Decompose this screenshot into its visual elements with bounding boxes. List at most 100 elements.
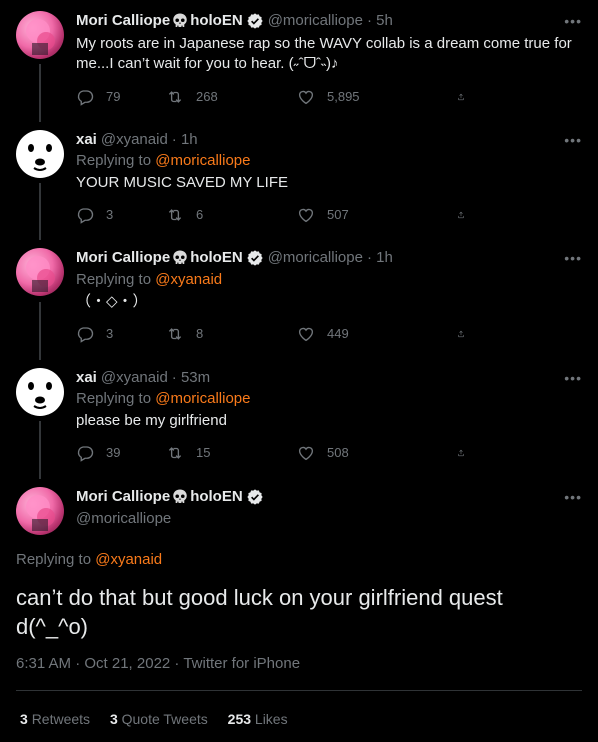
- tweet-text-line: me...I can’t wait for you to hear. (˶ˆᗜˆ…: [76, 55, 339, 72]
- tweet-content: Mori Calliope holoEN @moricalliope · 5h …: [76, 11, 582, 74]
- quote-tweets-stat[interactable]: 3 Quote Tweets: [110, 711, 208, 727]
- display-name[interactable]: Mori Calliope: [76, 248, 170, 268]
- display-name-suffix[interactable]: holoEN: [190, 248, 243, 268]
- like-icon: [297, 444, 315, 462]
- tweet-timestamp[interactable]: 6:31 AM · Oct 21, 2022 · Twitter for iPh…: [16, 654, 300, 674]
- like-icon: [297, 88, 315, 106]
- tweet-actions: 3 6 507: [76, 205, 506, 225]
- reply-count: 79: [106, 89, 121, 104]
- focused-tweet-text: can’t do that but good luck on your girl…: [16, 583, 582, 641]
- retweets-label: Retweets: [31, 711, 91, 727]
- retweet-button[interactable]: 268: [166, 87, 297, 107]
- tweet-text: （・◇・）: [76, 293, 148, 310]
- tweet[interactable]: Mori Calliope holoEN @moricalliope · 1h …: [0, 248, 598, 356]
- more-icon[interactable]: •••: [564, 130, 582, 150]
- reply-count: 3: [106, 207, 114, 222]
- avatar[interactable]: [16, 368, 64, 416]
- reply-count: 39: [106, 445, 121, 460]
- handle[interactable]: @moricalliope: [268, 248, 363, 268]
- reply-button[interactable]: 3: [76, 324, 166, 344]
- display-name[interactable]: Mori Calliope: [76, 11, 170, 31]
- tweet[interactable]: Mori Calliope holoEN @moricalliope · 5h …: [0, 11, 598, 119]
- tweet[interactable]: xai @xyanaid · 1h Replying to @moricalli…: [0, 130, 598, 238]
- display-name-suffix[interactable]: holoEN: [190, 11, 243, 31]
- display-name-suffix[interactable]: holoEN: [190, 487, 243, 507]
- quote-tweets-count: 3: [109, 711, 118, 727]
- reply-count: 3: [106, 326, 114, 341]
- verified-badge-icon: [246, 249, 264, 267]
- retweet-button[interactable]: 8: [166, 324, 297, 344]
- verified-badge-icon: [246, 12, 264, 30]
- handle[interactable]: @xyanaid: [101, 130, 168, 150]
- handle[interactable]: @moricalliope: [76, 509, 582, 529]
- display-name[interactable]: Mori Calliope: [76, 487, 170, 507]
- like-icon: [297, 325, 315, 343]
- retweet-count: 15: [196, 445, 211, 460]
- skull-icon: [171, 488, 189, 506]
- retweet-icon: [166, 88, 184, 106]
- likes-count: 253: [227, 711, 252, 727]
- replying-to: Replying to @moricalliope: [76, 389, 582, 409]
- more-icon[interactable]: •••: [564, 11, 582, 31]
- handle[interactable]: @xyanaid: [101, 368, 168, 388]
- mention-link[interactable]: @xyanaid: [95, 551, 162, 568]
- display-name[interactable]: xai: [76, 130, 97, 150]
- tweet-header: xai @xyanaid · 1h: [76, 130, 582, 150]
- more-icon[interactable]: •••: [564, 248, 582, 268]
- mention-link[interactable]: @moricalliope: [155, 390, 250, 407]
- reply-button[interactable]: 79: [76, 87, 166, 107]
- like-button[interactable]: 5,895: [297, 87, 457, 107]
- replying-to: Replying to @moricalliope: [76, 151, 582, 171]
- reply-button[interactable]: 3: [76, 205, 166, 225]
- handle[interactable]: @moricalliope: [268, 11, 363, 31]
- share-button[interactable]: [457, 87, 477, 107]
- reply-icon: [76, 325, 94, 343]
- share-button[interactable]: [457, 205, 477, 225]
- replying-to: Replying to @xyanaid: [16, 550, 162, 570]
- share-button[interactable]: [457, 443, 477, 463]
- retweet-icon: [166, 325, 184, 343]
- avatar[interactable]: [16, 248, 64, 296]
- display-name[interactable]: xai: [76, 368, 97, 388]
- more-icon[interactable]: •••: [564, 487, 582, 507]
- likes-label: Likes: [254, 711, 288, 727]
- like-button[interactable]: 449: [297, 324, 457, 344]
- timestamp[interactable]: · 1h: [172, 130, 198, 150]
- avatar[interactable]: [16, 487, 64, 535]
- skull-icon: [171, 249, 189, 267]
- retweet-icon: [166, 206, 184, 224]
- more-icon[interactable]: •••: [564, 368, 582, 388]
- tweet-text-line: can’t do that but good luck on your girl…: [16, 585, 503, 610]
- timestamp[interactable]: · 5h: [367, 11, 393, 31]
- like-count: 508: [327, 445, 349, 460]
- tweet-text-line: d(^_^o): [16, 614, 89, 639]
- timestamp[interactable]: · 53m: [172, 368, 210, 388]
- replying-label: Replying to: [76, 152, 152, 169]
- like-button[interactable]: 508: [297, 443, 457, 463]
- tweet-actions: 39 15 508: [76, 443, 506, 463]
- retweets-stat[interactable]: 3 Retweets: [20, 711, 90, 727]
- share-icon: [457, 325, 465, 343]
- tweet-text: please be my girlfriend: [76, 412, 227, 429]
- avatar[interactable]: [16, 11, 64, 59]
- like-icon: [297, 206, 315, 224]
- like-count: 5,895: [327, 89, 360, 104]
- verified-badge-icon: [246, 488, 264, 506]
- reply-icon: [76, 88, 94, 106]
- retweets-count: 3: [20, 711, 28, 727]
- like-button[interactable]: 507: [297, 205, 457, 225]
- mention-link[interactable]: @xyanaid: [155, 271, 222, 288]
- retweet-button[interactable]: 6: [166, 205, 297, 225]
- reply-button[interactable]: 39: [76, 443, 166, 463]
- replying-label: Replying to: [76, 390, 152, 407]
- tweet[interactable]: xai @xyanaid · 53m Replying to @moricall…: [0, 368, 598, 476]
- likes-stat[interactable]: 253 Likes: [228, 711, 288, 727]
- avatar[interactable]: [16, 130, 64, 178]
- mention-link[interactable]: @moricalliope: [155, 152, 250, 169]
- timestamp[interactable]: · 1h: [367, 248, 393, 268]
- replying-to: Replying to @xyanaid: [76, 270, 582, 290]
- tweet-text: YOUR MUSIC SAVED MY LIFE: [76, 174, 288, 191]
- retweet-count: 6: [196, 207, 204, 222]
- share-button[interactable]: [457, 324, 477, 344]
- retweet-button[interactable]: 15: [166, 443, 297, 463]
